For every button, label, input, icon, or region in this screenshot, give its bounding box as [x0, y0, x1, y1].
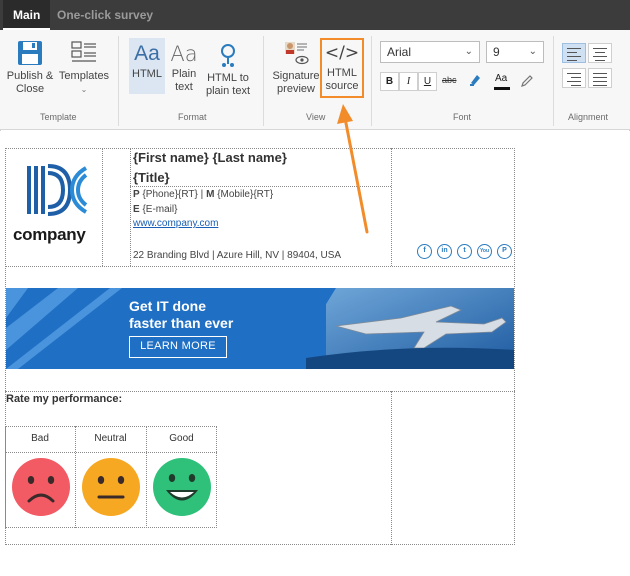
phone-prefix: P: [133, 189, 140, 200]
html-to-plain-button[interactable]: HTML to plain text: [204, 42, 252, 98]
aa-icon: Aa: [134, 42, 160, 65]
twitter-icon[interactable]: t: [457, 244, 472, 259]
happy-face-icon[interactable]: [152, 457, 212, 517]
convert-icon: [221, 44, 235, 67]
publish-close-label-1: Publish &: [6, 70, 54, 82]
plain-text-label-2: text: [175, 81, 193, 93]
separator: |: [200, 189, 204, 200]
facebook-icon[interactable]: f: [417, 244, 432, 259]
underline-button[interactable]: U: [418, 72, 437, 91]
divider: [5, 391, 515, 392]
italic-button[interactable]: I: [399, 72, 418, 91]
neutral-face-icon[interactable]: [81, 457, 141, 517]
tab-bar: Main One-click survey: [0, 0, 630, 30]
banner-stripes: [6, 288, 514, 369]
divider: [371, 36, 372, 126]
html-source-button[interactable]: </> HTML source: [322, 42, 362, 93]
chevron-down-icon: ⌄: [80, 85, 88, 94]
group-label-view: View: [306, 112, 326, 122]
preview-icon: [285, 42, 309, 65]
highlight-color-icon[interactable]: [468, 73, 482, 87]
group-label-font: Font: [453, 112, 472, 122]
font-size-select[interactable]: 9 ⌄: [486, 41, 544, 63]
pen-icon[interactable]: [520, 74, 534, 88]
signature-preview-button[interactable]: Signature preview: [272, 40, 320, 96]
promo-banner[interactable]: Get IT done faster than ever LEARN MORE: [6, 288, 514, 369]
templates-label: Templates: [58, 70, 110, 82]
publish-close-button[interactable]: Publish & Close: [6, 40, 54, 96]
ribbon-toolbar: Publish & Close Templates ⌄ Template Aa …: [0, 30, 630, 130]
tab-main[interactable]: Main: [3, 0, 51, 30]
banner-headline-1: Get IT done: [129, 298, 206, 314]
chevron-down-icon: ⌄: [528, 46, 537, 57]
rating-label-neutral: Neutral: [94, 433, 127, 444]
company-logo: [27, 164, 88, 216]
website-link[interactable]: www.company.com: [133, 218, 218, 229]
divider: [391, 148, 392, 266]
pinterest-icon[interactable]: P: [497, 244, 512, 259]
divider: [553, 36, 554, 126]
align-justify-button[interactable]: [588, 68, 612, 88]
phone-value: {Phone}{RT}: [142, 189, 198, 200]
plain-text-button[interactable]: Aa Plain text: [168, 42, 200, 94]
email-line: E {E-mail}: [133, 204, 177, 215]
sad-face-icon[interactable]: [11, 457, 71, 517]
group-label-format: Format: [178, 112, 207, 122]
learn-more-button[interactable]: LEARN MORE: [129, 336, 227, 358]
youtube-icon[interactable]: You: [477, 244, 492, 259]
mobile-value: {Mobile}{RT}: [217, 189, 274, 200]
font-color-button[interactable]: Aa: [495, 73, 507, 84]
align-right-button[interactable]: [562, 68, 586, 88]
banner-headline-2: faster than ever: [129, 315, 234, 331]
code-icon: </>: [324, 43, 360, 63]
divider: [130, 148, 131, 266]
rating-label-bad: Bad: [31, 433, 49, 444]
publish-close-label-2: Close: [15, 83, 45, 95]
bold-button[interactable]: B: [380, 72, 399, 91]
chevron-down-icon: ⌄: [464, 46, 473, 57]
templates-button[interactable]: Templates ⌄: [58, 40, 110, 96]
group-label-template: Template: [40, 112, 77, 122]
align-center-button[interactable]: [588, 43, 612, 63]
divider: [118, 36, 119, 126]
html-source-label-1: HTML: [327, 67, 357, 79]
align-left-button[interactable]: [562, 43, 586, 63]
font-size-value: 9: [493, 45, 500, 59]
plain-text-label-1: Plain: [171, 68, 197, 80]
font-color-swatch: [494, 87, 510, 90]
divider: [391, 391, 392, 545]
html-source-label-2: source: [325, 80, 359, 92]
email-prefix: E: [133, 204, 140, 215]
mobile-prefix: M: [206, 189, 215, 200]
divider: [263, 36, 264, 126]
signature-preview-label-2: preview: [277, 83, 315, 95]
tab-one-click-survey[interactable]: One-click survey: [57, 0, 153, 30]
html-to-plain-label-2: plain text: [205, 85, 251, 97]
html-format-button[interactable]: Aa HTML: [129, 42, 165, 81]
divider: [130, 186, 391, 187]
phone-line: P {Phone}{RT} | M {Mobile}{RT}: [133, 189, 273, 200]
linkedin-icon[interactable]: in: [437, 244, 452, 259]
divider: [5, 452, 217, 453]
aa-outline-icon: Aa: [170, 42, 198, 66]
name-line: {First name} {Last name}: [133, 150, 287, 165]
divider: [102, 148, 103, 266]
font-family-value: Arial: [387, 45, 412, 59]
templates-icon: [71, 41, 96, 62]
html-to-plain-label-1: HTML to: [207, 72, 249, 84]
address-line: 22 Branding Blvd | Azure Hill, NV | 8940…: [133, 250, 342, 261]
divider: [5, 266, 515, 267]
signature-preview-label-1: Signature: [272, 70, 320, 82]
title-line: {Title}: [133, 170, 170, 185]
rating-label-good: Good: [169, 433, 194, 444]
group-label-alignment: Alignment: [568, 112, 609, 122]
survey-heading: Rate my performance:: [6, 393, 123, 405]
font-family-select[interactable]: Arial ⌄: [380, 41, 480, 63]
html-format-label: HTML: [132, 68, 162, 80]
email-value: {E-mail}: [142, 204, 178, 215]
logo-wordmark: company: [13, 225, 86, 244]
save-icon: [18, 41, 42, 65]
strikethrough-button[interactable]: abc: [442, 75, 457, 85]
signature-editor[interactable]: company {First name} {Last name} {Title}…: [0, 131, 630, 576]
